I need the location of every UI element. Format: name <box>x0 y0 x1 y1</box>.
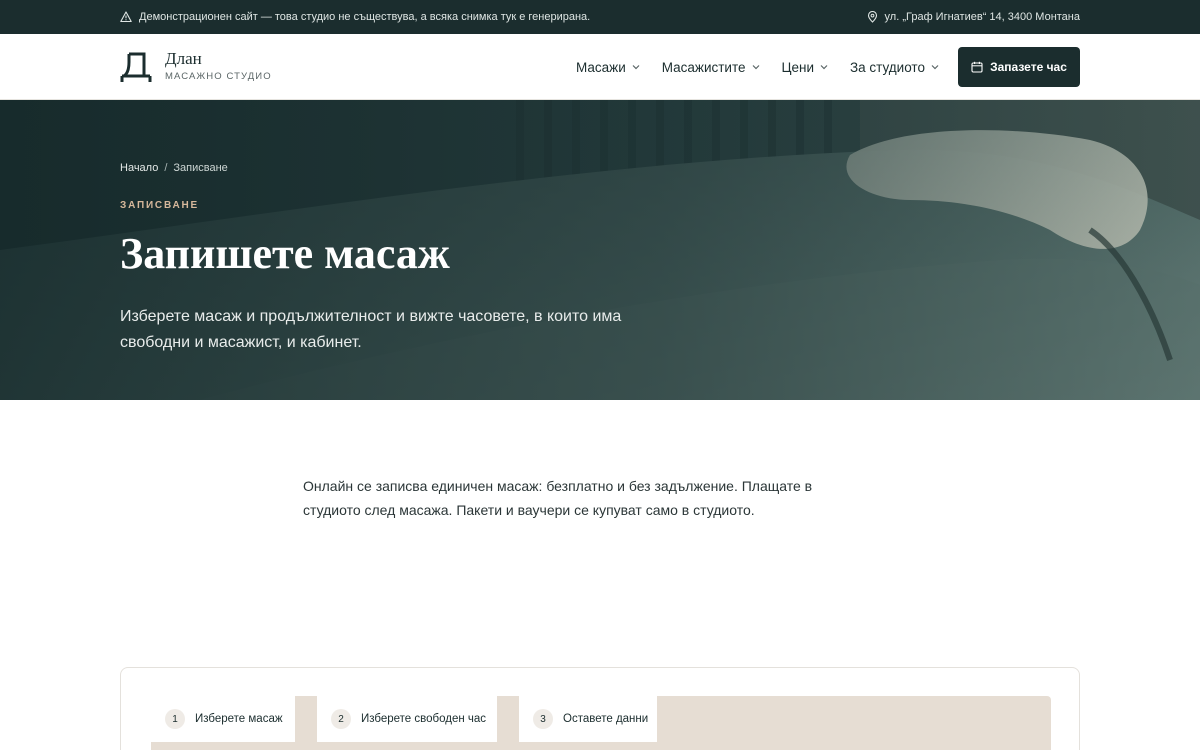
step-number: 3 <box>533 709 553 729</box>
warning-icon <box>120 11 132 23</box>
nav-item-therapists[interactable]: Масажистите <box>662 60 760 75</box>
brand-name: Длан <box>165 49 202 68</box>
step-tab-enter-details[interactable]: 3 Оставете данни <box>519 696 657 742</box>
nav-item-massages[interactable]: Масажи <box>576 60 640 75</box>
page-title: Запишете масаж <box>120 229 450 278</box>
address-text: ул. „Граф Игнатиев“ 14, 3400 Монтана <box>884 11 1080 23</box>
logo[interactable]: Длан МАСАЖНО СТУДИО <box>120 48 272 84</box>
breadcrumb: Начало / Записване <box>120 162 228 174</box>
step-tab-choose-time[interactable]: 2 Изберете свободен час <box>317 696 497 742</box>
book-appointment-button[interactable]: Запазете час <box>958 47 1080 87</box>
nav-item-label: Масажистите <box>661 59 746 75</box>
step-tab-choose-massage[interactable]: 1 Изберете масаж <box>151 696 295 742</box>
step-number: 1 <box>165 709 185 729</box>
chevron-down-icon <box>752 65 759 70</box>
site-header: Длан МАСАЖНО СТУДИО Масажи Масажистите Ц… <box>0 34 1200 100</box>
logo-mark-icon <box>120 52 152 82</box>
nav-item-about[interactable]: За студиото <box>850 60 939 75</box>
step-label: Оставете данни <box>563 713 649 725</box>
hero-section: Начало / Записване ЗАПИСВАНЕ Запишете маса… <box>0 100 1200 400</box>
nav-item-label: Цени <box>781 59 815 75</box>
address[interactable]: ул. „Граф Игнатиев“ 14, 3400 Монтана <box>867 11 1080 23</box>
hero-eyebrow: ЗАПИСВАНЕ <box>120 200 199 211</box>
breadcrumb-current: Записване <box>173 162 228 174</box>
main-nav: Масажи Масажистите Цени За студиото <box>576 34 961 100</box>
chevron-down-icon <box>820 65 828 70</box>
demo-notice: Демонстрационен сайт — това студио не съ… <box>120 11 590 23</box>
demo-notice-text: Демонстрационен сайт — това студио не съ… <box>139 11 591 23</box>
step-label: Изберете масаж <box>195 713 283 725</box>
nav-item-label: За студиото <box>850 59 925 75</box>
booking-card: 1 Изберете масаж 2 Изберете свободен час… <box>120 667 1080 750</box>
nav-item-prices[interactable]: Цени <box>782 60 829 75</box>
calendar-icon <box>971 61 983 73</box>
map-pin-icon <box>867 11 877 23</box>
breadcrumb-home-link[interactable]: Начало <box>120 162 158 174</box>
brand-tagline: МАСАЖНО СТУДИО <box>165 71 272 82</box>
breadcrumb-separator: / <box>164 162 168 174</box>
announcement-bar: Демонстрационен сайт — това студио не съ… <box>0 0 1200 34</box>
book-appointment-label: Запазете час <box>990 60 1067 74</box>
step-number: 2 <box>331 709 351 729</box>
booking-intro-text: Онлайн се записва единичен масаж: безпла… <box>303 478 813 518</box>
chevron-down-icon <box>632 65 640 70</box>
booking-steps: 1 Изберете масаж 2 Изберете свободен час… <box>151 696 1051 750</box>
hero-subtitle: Изберете масаж и продължителност и вижте… <box>120 308 622 351</box>
nav-item-label: Масажи <box>576 59 626 75</box>
step-label: Изберете свободен час <box>361 713 487 725</box>
chevron-down-icon <box>931 65 939 70</box>
